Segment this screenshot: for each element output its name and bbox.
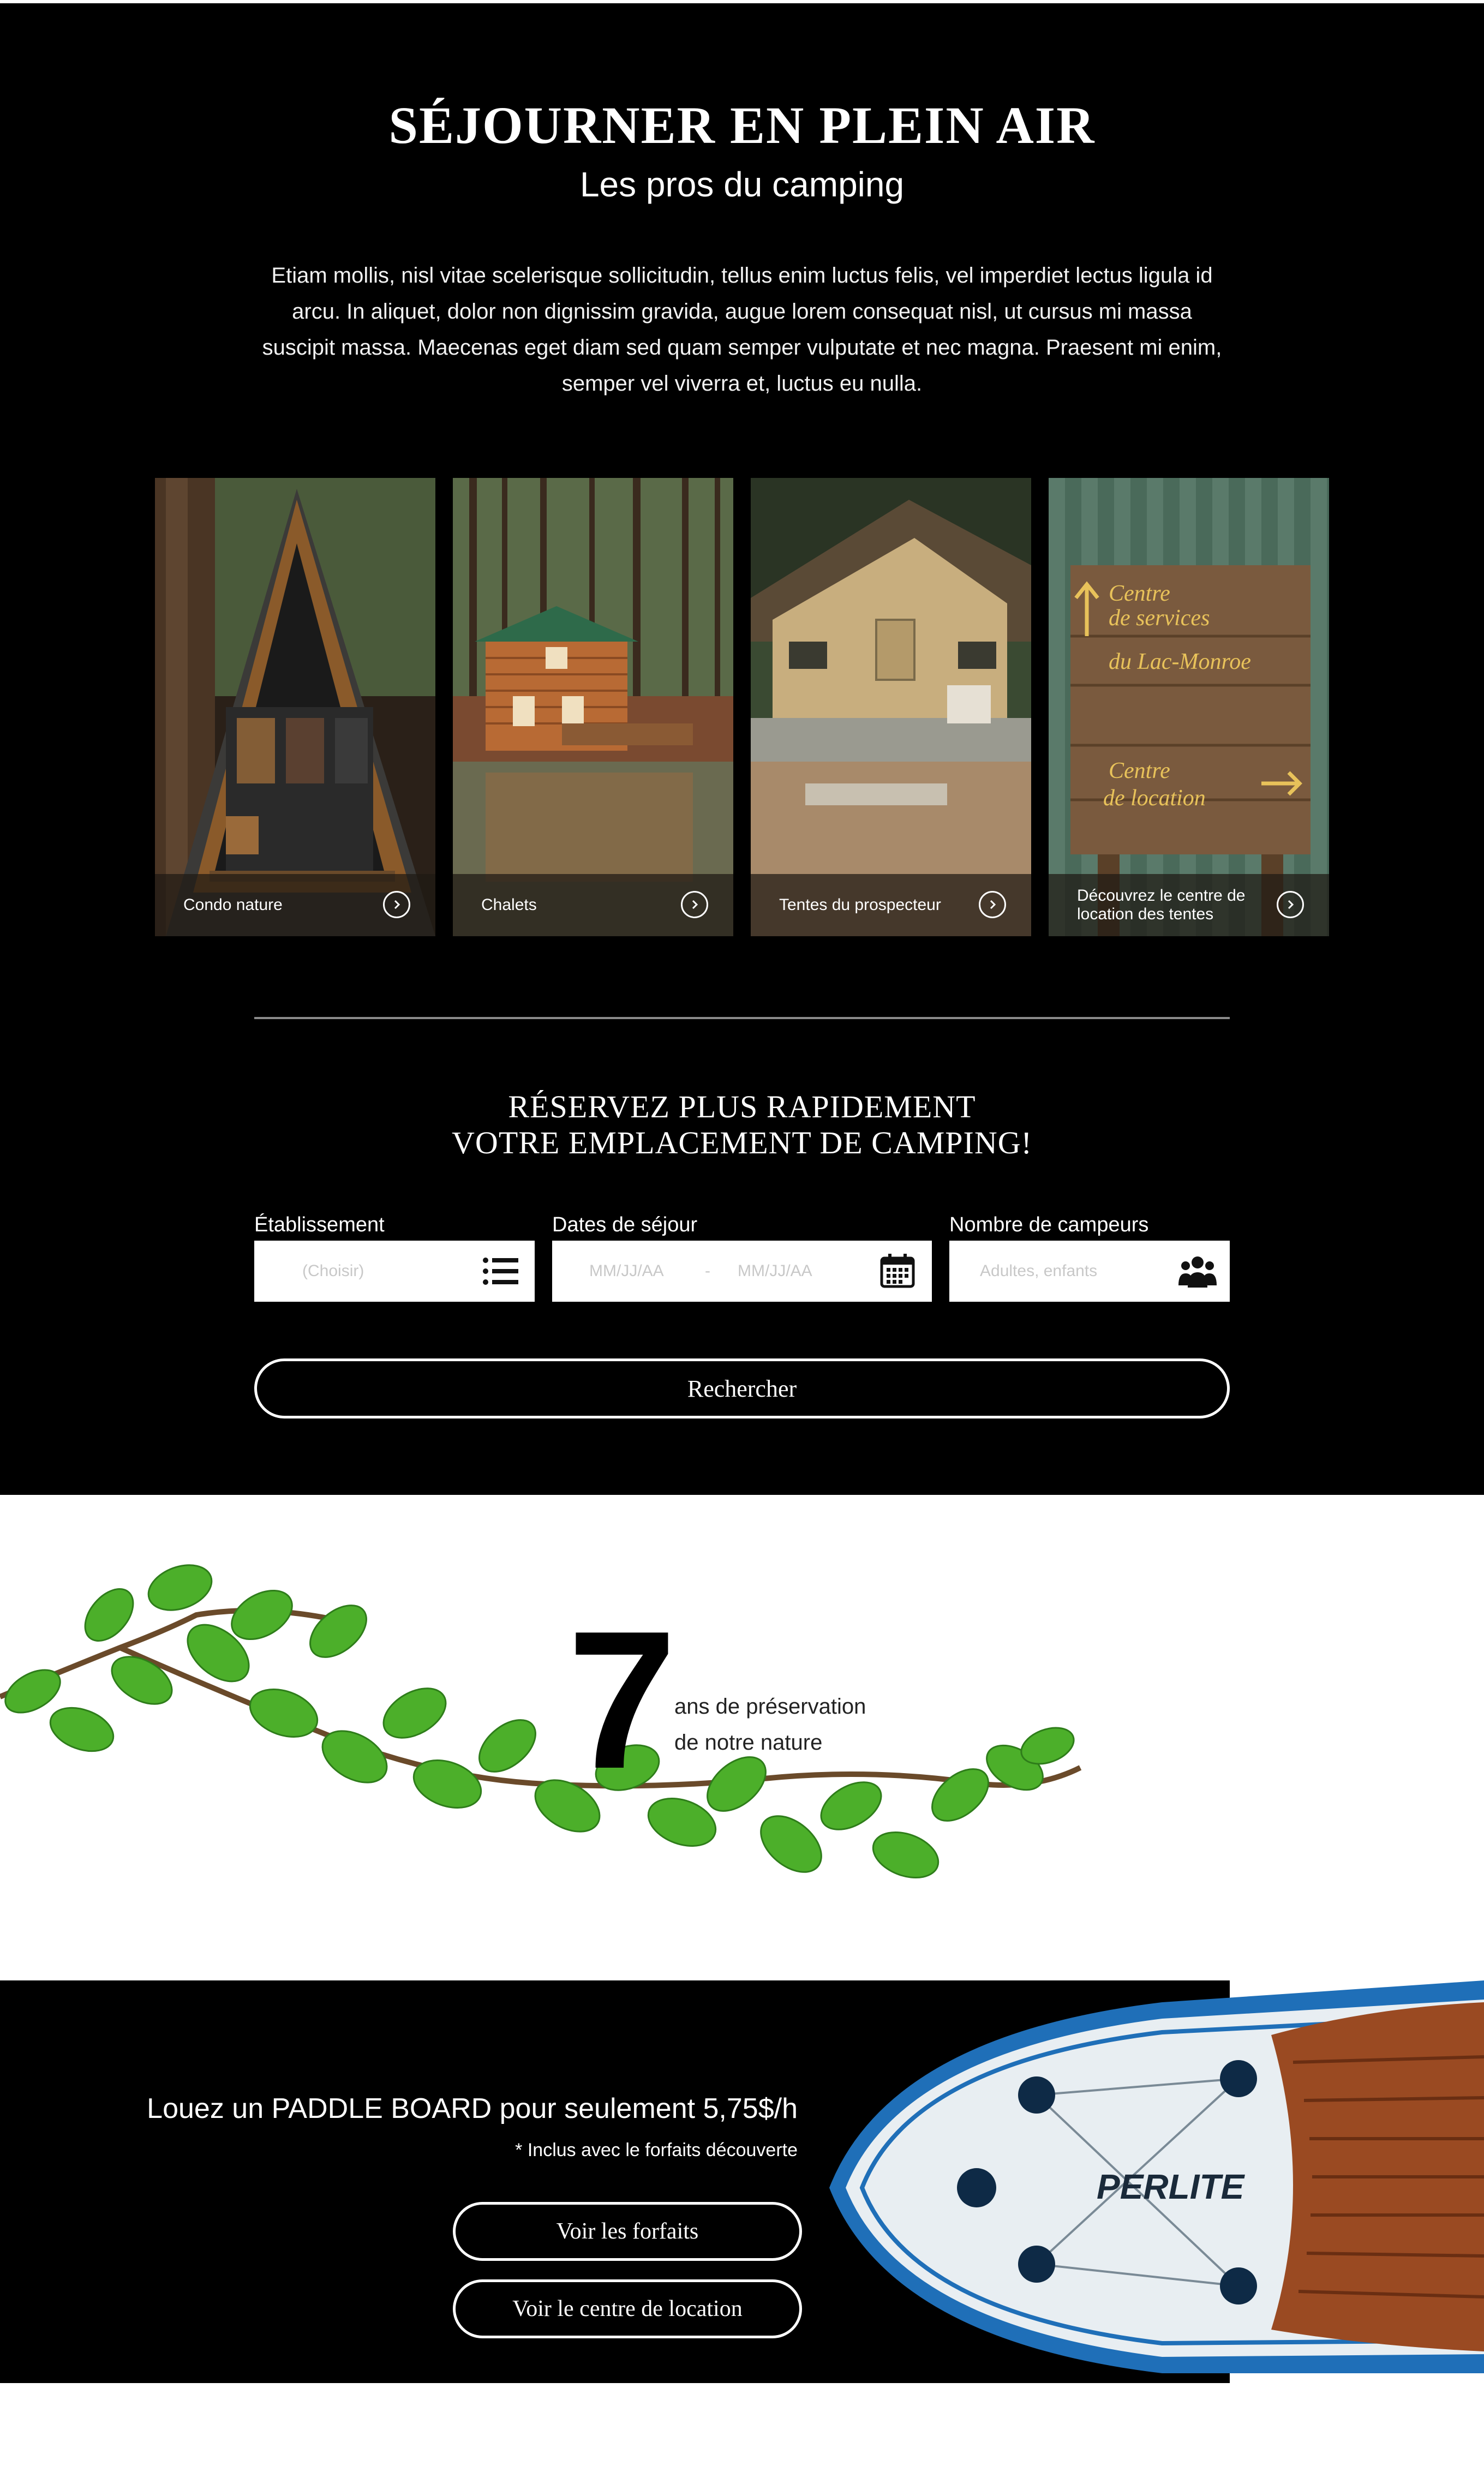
establishment-placeholder: (Choisir): [302, 1262, 364, 1280]
card-caption-bar: Découvrez le centre de location des tent…: [1049, 874, 1329, 936]
a-frame-cabin-image: [155, 478, 435, 936]
view-packages-button[interactable]: Voir les forfaits: [453, 2202, 802, 2261]
paddle-title: Louez un PADDLE BOARD pour seulement 5,7…: [147, 2093, 798, 2124]
page-subtitle: Les pros du camping: [579, 165, 905, 204]
sign-text: de location: [1103, 786, 1206, 811]
establishment-select[interactable]: (Choisir): [254, 1241, 535, 1302]
card-centre-location[interactable]: Centre de services du Lac-Monroe Centre …: [1049, 478, 1329, 936]
dates-label: Dates de séjour: [552, 1213, 698, 1236]
sign-text: Centre: [1109, 758, 1170, 783]
chevron-right-circle-icon[interactable]: [979, 891, 1006, 918]
campers-label: Nombre de campeurs: [949, 1213, 1149, 1236]
list-icon: [483, 1258, 518, 1285]
paddle-board-image: PERLITE: [829, 1980, 1484, 2373]
intro-paragraph: Etiam mollis, nisl vitae scelerisque sol…: [262, 264, 1222, 396]
card-caption-bar: Tentes du prospecteur: [751, 874, 1031, 936]
establishment-label: Établissement: [254, 1213, 385, 1236]
chevron-right-circle-icon[interactable]: [1277, 891, 1304, 918]
paddle-note: * Inclus avec le forfaits découverte: [515, 2140, 798, 2160]
board-brand-text: PERLITE: [1097, 2167, 1246, 2206]
reservation-title-line: RÉSERVEZ PLUS RAPIDEMENT: [508, 1089, 976, 1124]
sign-text: Centre: [1109, 581, 1170, 606]
reservation-title-line: VOTRE EMPLACEMENT DE CAMPING!: [452, 1125, 1032, 1160]
card-caption-bar: Chalets: [453, 874, 733, 936]
card-label: Découvrez le centre de location des tent…: [1077, 887, 1246, 923]
sign-text: du Lac-Monroe: [1109, 649, 1251, 674]
wooden-sign-image: Centre de services du Lac-Monroe Centre …: [1049, 478, 1329, 936]
section-divider: [254, 1017, 1230, 1019]
ivy-vine-image: [0, 1564, 1082, 1879]
stat-number: 7: [567, 1590, 677, 1810]
stat-text: ans de préservation: [674, 1695, 866, 1719]
stat-text: de notre nature: [674, 1731, 823, 1755]
view-rental-centre-button[interactable]: Voir le centre de location: [453, 2279, 802, 2338]
date-from-input[interactable]: MM/JJ/AA: [589, 1241, 664, 1302]
users-icon: [1178, 1256, 1217, 1288]
hero-section: SÉJOURNER EN PLEIN AIR Les pros du campi…: [0, 3, 1484, 1495]
chevron-right-circle-icon[interactable]: [383, 891, 410, 918]
date-separator: -: [705, 1262, 710, 1280]
calendar-icon: [880, 1254, 915, 1288]
date-to-input[interactable]: MM/JJ/AA: [738, 1241, 812, 1302]
card-tentes-prospecteur[interactable]: Tentes du prospecteur: [751, 478, 1031, 936]
dates-field[interactable]: MM/JJ/AA - MM/JJ/AA: [552, 1241, 932, 1302]
campers-placeholder: Adultes, enfants: [980, 1262, 1098, 1280]
card-caption-bar: Condo nature: [155, 874, 435, 936]
reservation-title: RÉSERVEZ PLUS RAPIDEMENT VOTRE EMPLACEME…: [0, 1089, 1484, 1161]
campers-field[interactable]: Adultes, enfants: [949, 1241, 1230, 1302]
chevron-right-circle-icon[interactable]: [681, 891, 708, 918]
card-condo-nature[interactable]: Condo nature: [155, 478, 435, 936]
page-title: SÉJOURNER EN PLEIN AIR: [388, 96, 1096, 154]
card-label: Condo nature: [183, 896, 283, 914]
card-label: Tentes du prospecteur: [779, 896, 941, 914]
search-button[interactable]: Rechercher: [254, 1358, 1230, 1418]
card-chalets[interactable]: Chalets: [453, 478, 733, 936]
sign-text: de services: [1109, 606, 1210, 631]
card-label: Chalets: [481, 896, 537, 914]
prospector-tent-image: [751, 478, 1031, 936]
chalet-image: [453, 478, 733, 936]
